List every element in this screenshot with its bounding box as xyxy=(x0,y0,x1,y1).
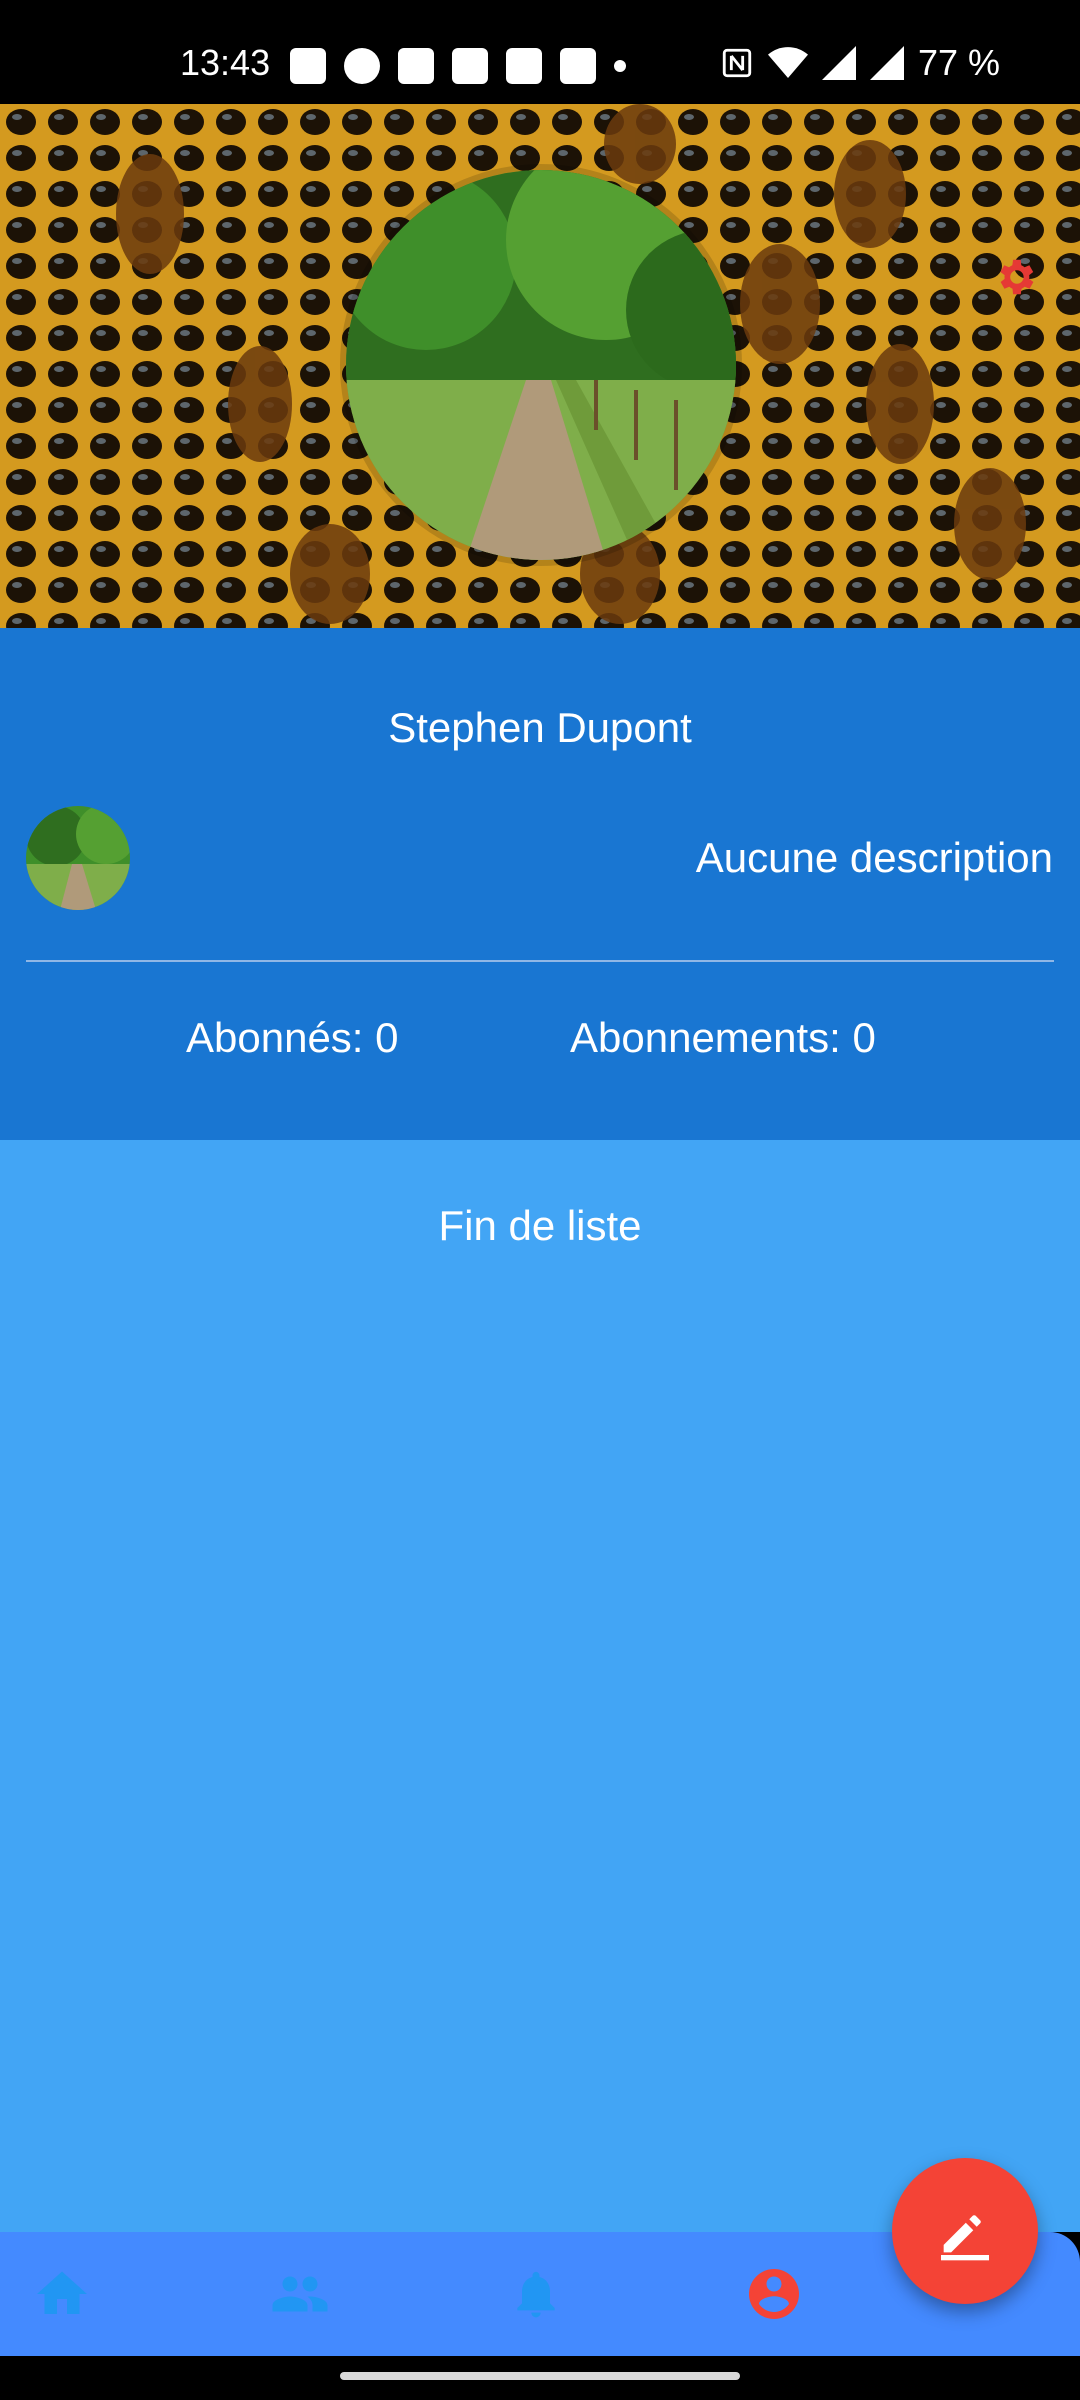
battery-percent: 77 % xyxy=(917,42,1000,83)
notification-icons xyxy=(290,48,626,84)
app-icon xyxy=(344,48,380,84)
mail-icon xyxy=(398,48,434,84)
status-bar: 13:43 77 % xyxy=(0,0,1080,104)
more-dot-icon xyxy=(614,60,626,72)
router-icon xyxy=(506,48,542,84)
b-app-icon xyxy=(452,48,488,84)
edit-fab-button[interactable] xyxy=(892,2158,1038,2304)
following-count[interactable]: Abonnements: 0 xyxy=(570,1014,876,1062)
forest-path-image xyxy=(346,170,736,560)
profile-avatar-large[interactable] xyxy=(346,170,736,560)
bell-icon xyxy=(517,2271,555,2318)
profile-header: Stephen Dupont Aucune description Abonné… xyxy=(0,628,1080,1140)
signal-icon xyxy=(821,46,856,80)
gear-icon[interactable] xyxy=(992,254,1038,300)
divider xyxy=(26,960,1054,962)
profile-description: Aucune description xyxy=(695,834,1053,881)
profile-name: Stephen Dupont xyxy=(388,704,692,751)
home-icon xyxy=(37,2271,87,2314)
nfc-icon xyxy=(722,48,752,78)
image-icon xyxy=(560,48,596,84)
profile-avatar-small[interactable] xyxy=(26,806,130,910)
gesture-navigation-bar xyxy=(0,2356,1080,2400)
signal-2-icon xyxy=(869,46,904,80)
forest-path-thumbnail xyxy=(26,806,130,910)
followers-count[interactable]: Abonnés: 0 xyxy=(186,1014,399,1062)
nav-profile[interactable] xyxy=(734,2254,814,2334)
nav-people[interactable] xyxy=(260,2254,340,2334)
post-list[interactable]: Fin de liste xyxy=(0,1140,1080,2232)
note-icon xyxy=(290,48,326,84)
edit-icon xyxy=(941,2215,989,2261)
nav-notifications[interactable] xyxy=(496,2254,576,2334)
nav-home[interactable] xyxy=(22,2254,102,2334)
people-icon xyxy=(272,2276,328,2312)
status-time: 13:43 xyxy=(180,42,271,83)
wifi-icon xyxy=(767,47,808,78)
home-indicator[interactable] xyxy=(340,2372,740,2380)
account-icon xyxy=(749,2269,799,2319)
end-of-list-text: Fin de liste xyxy=(438,1202,642,1249)
system-icons: 77 % xyxy=(720,42,1000,84)
